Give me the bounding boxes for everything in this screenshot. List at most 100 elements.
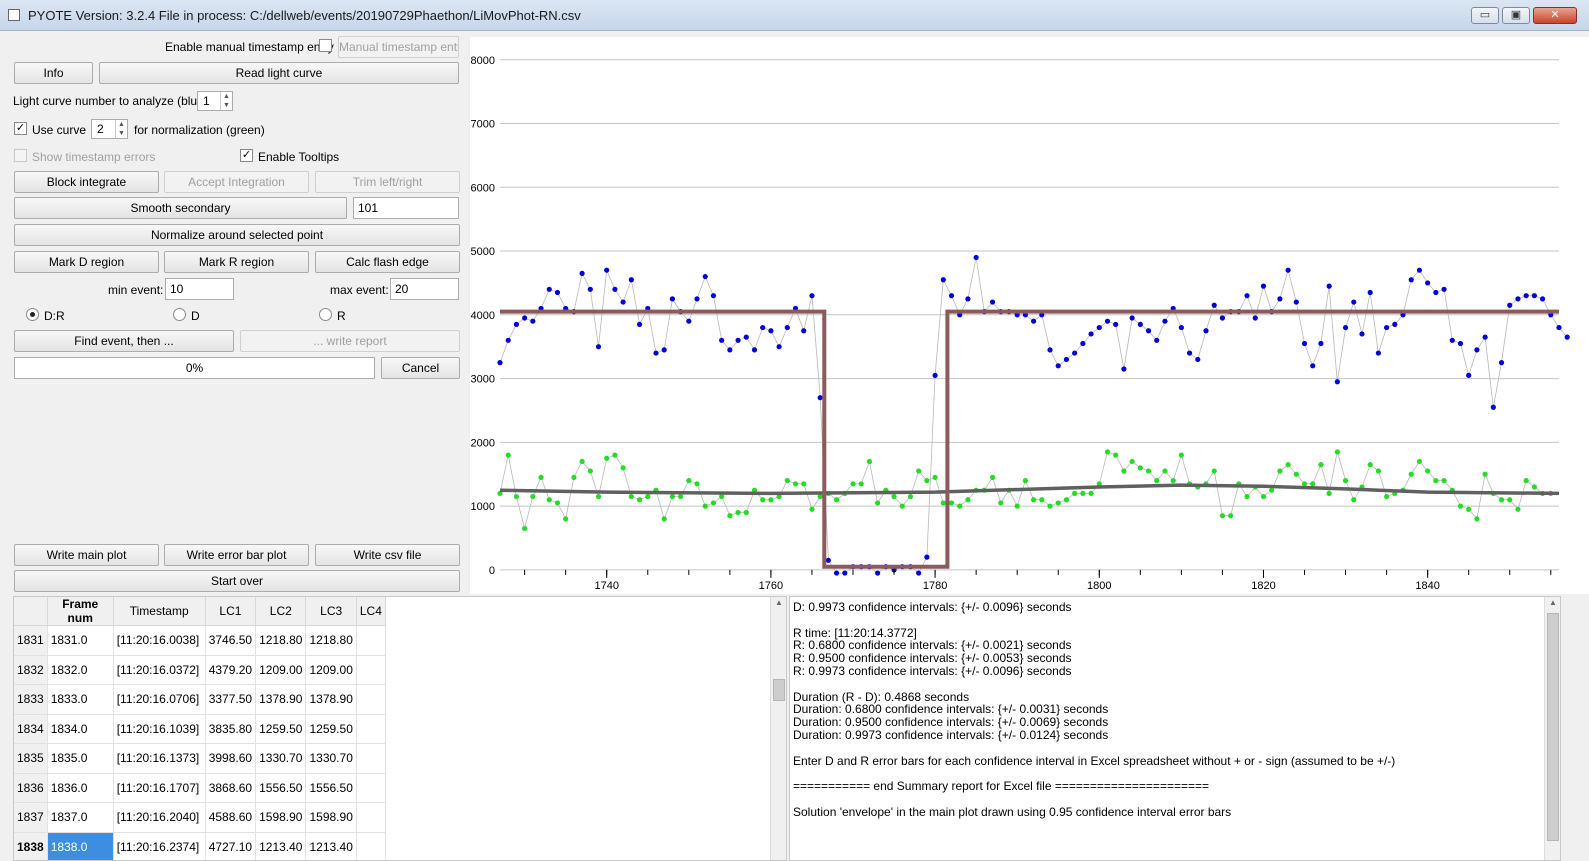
main-plot[interactable]: 0 1000 2000 3000 4000 5000 6000 7000 8000 1740 176… — [470, 37, 1589, 594]
table-cell-ts[interactable]: [11:20:16.0038] — [113, 625, 206, 656]
table-scrollbar-thumb[interactable] — [773, 679, 785, 701]
scroll-up-icon[interactable]: ▲ — [775, 598, 783, 607]
manual-timestamp-button[interactable]: Manual timestamp entry — [338, 36, 459, 58]
table-cell-ts[interactable]: [11:20:16.1039] — [113, 714, 206, 744]
report-scrollbar[interactable]: ▲ — [1544, 597, 1560, 860]
table-cell-frame[interactable]: 1833.0 — [47, 684, 114, 715]
manual-timestamp-checkbox[interactable] — [319, 39, 332, 52]
table-cell-ts[interactable]: [11:20:16.2040] — [113, 802, 206, 833]
table-cell-lc2[interactable]: 1218.80 — [255, 625, 307, 656]
table-cell-frame[interactable]: 1832.0 — [47, 655, 114, 685]
table-cell-lc3[interactable]: 1330.70 — [305, 743, 357, 774]
block-integrate-button[interactable]: Block integrate — [14, 171, 159, 193]
find-event-button[interactable]: Find event, then ... — [14, 330, 234, 352]
table-cell-ts[interactable]: [11:20:16.2374] — [113, 832, 206, 860]
write-csv-button[interactable]: Write csv file — [315, 544, 460, 566]
table-row[interactable]: 1832 1832.0 [11:20:16.0372] 4379.20 1209.00 1… — [14, 655, 386, 685]
table-cell-lc3[interactable]: 1218.80 — [305, 625, 357, 656]
smooth-secondary-button[interactable]: Smooth secondary — [14, 197, 347, 219]
table-cell-lc2[interactable]: 1598.90 — [255, 802, 307, 833]
cancel-button[interactable]: Cancel — [381, 357, 460, 379]
enable-tooltips-checkbox[interactable]: ✓ — [240, 149, 253, 162]
table-row[interactable]: 1831 1831.0 [11:20:16.0038] 3746.50 1218.80 1… — [14, 625, 386, 656]
table-row[interactable]: 1834 1834.0 [11:20:16.1039] 3835.80 1259.50 1… — [14, 714, 386, 744]
table-cell-lc1[interactable]: 3835.80 — [205, 714, 257, 744]
normalize-button[interactable]: Normalize around selected point — [14, 224, 460, 246]
table-cell-lc2[interactable]: 1259.50 — [255, 714, 307, 744]
table-row[interactable]: 1836 1836.0 [11:20:16.1707] 3868.60 1556.50 1… — [14, 773, 386, 803]
table-cell-lc3[interactable]: 1556.50 — [305, 773, 357, 803]
report-panel[interactable]: D: 0.9973 confidence intervals: {+/- 0.0… — [789, 596, 1561, 861]
table-row[interactable]: 1833 1833.0 [11:20:16.0706] 3377.50 1378.90 1… — [14, 684, 386, 715]
table-cell-lc4[interactable] — [356, 655, 386, 685]
spinner-arrows-icon[interactable]: ▲ ▼ — [220, 92, 232, 110]
write-main-plot-button[interactable]: Write main plot — [14, 544, 159, 566]
table-cell-ts[interactable]: [11:20:16.1707] — [113, 773, 206, 803]
max-event-input[interactable]: 20 — [390, 278, 459, 300]
show-timestamp-errors-checkbox[interactable] — [14, 149, 27, 162]
table-cell-frame[interactable]: 1834.0 — [47, 714, 114, 744]
start-over-button[interactable]: Start over — [14, 570, 460, 592]
table-cell-lc2[interactable]: 1556.50 — [255, 773, 307, 803]
table-cell-ts[interactable]: [11:20:16.1373] — [113, 743, 206, 774]
table-cell-lc2[interactable]: 1378.90 — [255, 684, 307, 715]
table-cell-lc3[interactable]: 1213.40 — [305, 832, 357, 860]
table-cell-lc4[interactable] — [356, 743, 386, 774]
table-cell-lc1[interactable]: 3868.60 — [205, 773, 257, 803]
col-header-lc3[interactable]: LC3 — [305, 597, 357, 626]
radio-r[interactable] — [319, 308, 332, 321]
radio-dr[interactable] — [26, 308, 39, 321]
table-row[interactable]: 1837 1837.0 [11:20:16.2040] 4588.60 1598.90 1… — [14, 802, 386, 833]
row-header[interactable]: 1838 — [14, 832, 48, 860]
table-cell-lc4[interactable] — [356, 832, 386, 860]
data-table[interactable]: Frame num Timestamp LC1 LC2 LC3 LC4 1831… — [13, 596, 787, 861]
row-header[interactable]: 1832 — [14, 655, 48, 685]
table-cell-lc1[interactable]: 4379.20 — [205, 655, 257, 685]
use-curve-checkbox[interactable]: ✓ — [14, 122, 27, 135]
write-error-bar-plot-button[interactable]: Write error bar plot — [164, 544, 309, 566]
table-cell-lc3[interactable]: 1598.90 — [305, 802, 357, 833]
close-button[interactable]: ✕ — [1533, 7, 1577, 24]
table-cell-lc4[interactable] — [356, 802, 386, 833]
table-cell-frame[interactable]: 1837.0 — [47, 802, 114, 833]
table-cell-lc2[interactable]: 1213.40 — [255, 832, 307, 860]
col-header-lc4[interactable]: LC4 — [356, 597, 386, 626]
row-header[interactable]: 1836 — [14, 773, 48, 803]
light-curve-chart[interactable]: 0 1000 2000 3000 4000 5000 6000 7000 8000 1740 176… — [470, 37, 1589, 594]
table-scrollbar[interactable]: ▲ — [770, 597, 786, 860]
mark-d-region-button[interactable]: Mark D region — [14, 251, 159, 273]
col-header-lc1[interactable]: LC1 — [205, 597, 257, 626]
col-header-lc2[interactable]: LC2 — [255, 597, 307, 626]
table-cell-lc2[interactable]: 1330.70 — [255, 743, 307, 774]
normalization-curve-spinner[interactable]: 2 ▲ ▼ — [91, 119, 128, 139]
table-cell-lc4[interactable] — [356, 773, 386, 803]
table-row[interactable]: 1835 1835.0 [11:20:16.1373] 3998.60 1330.70 1… — [14, 743, 386, 774]
maximize-button[interactable]: ▣ — [1502, 7, 1530, 24]
trim-left-right-button[interactable]: Trim left/right — [315, 171, 460, 193]
info-button[interactable]: Info — [14, 62, 93, 84]
lc-number-spinner[interactable]: 1 ▲ ▼ — [197, 91, 233, 111]
smooth-window-input[interactable]: 101 — [353, 197, 459, 219]
table-cell-lc4[interactable] — [356, 684, 386, 715]
min-event-input[interactable]: 10 — [165, 278, 234, 300]
table-cell-ts[interactable]: [11:20:16.0372] — [113, 655, 206, 685]
write-report-button[interactable]: ... write report — [240, 330, 460, 352]
row-header[interactable]: 1834 — [14, 714, 48, 744]
table-cell-lc4[interactable] — [356, 714, 386, 744]
read-light-curve-button[interactable]: Read light curve — [99, 62, 459, 84]
table-cell-lc4[interactable] — [356, 625, 386, 656]
row-header[interactable]: 1831 — [14, 625, 48, 656]
table-cell-frame[interactable]: 1838.0 — [47, 832, 114, 860]
row-header[interactable]: 1837 — [14, 802, 48, 833]
spinner-arrows-icon[interactable]: ▲ ▼ — [115, 120, 127, 138]
col-header-timestamp[interactable]: Timestamp — [113, 597, 206, 626]
table-cell-lc3[interactable]: 1209.00 — [305, 655, 357, 685]
table-cell-lc1[interactable]: 3746.50 — [205, 625, 257, 656]
mark-r-region-button[interactable]: Mark R region — [164, 251, 309, 273]
radio-d[interactable] — [173, 308, 186, 321]
table-cell-lc3[interactable]: 1378.90 — [305, 684, 357, 715]
table-row[interactable]: 1838 1838.0 [11:20:16.2374] 4727.10 1213.40 1… — [14, 832, 386, 860]
table-cell-frame[interactable]: 1835.0 — [47, 743, 114, 774]
row-header[interactable]: 1835 — [14, 743, 48, 774]
table-cell-lc2[interactable]: 1209.00 — [255, 655, 307, 685]
